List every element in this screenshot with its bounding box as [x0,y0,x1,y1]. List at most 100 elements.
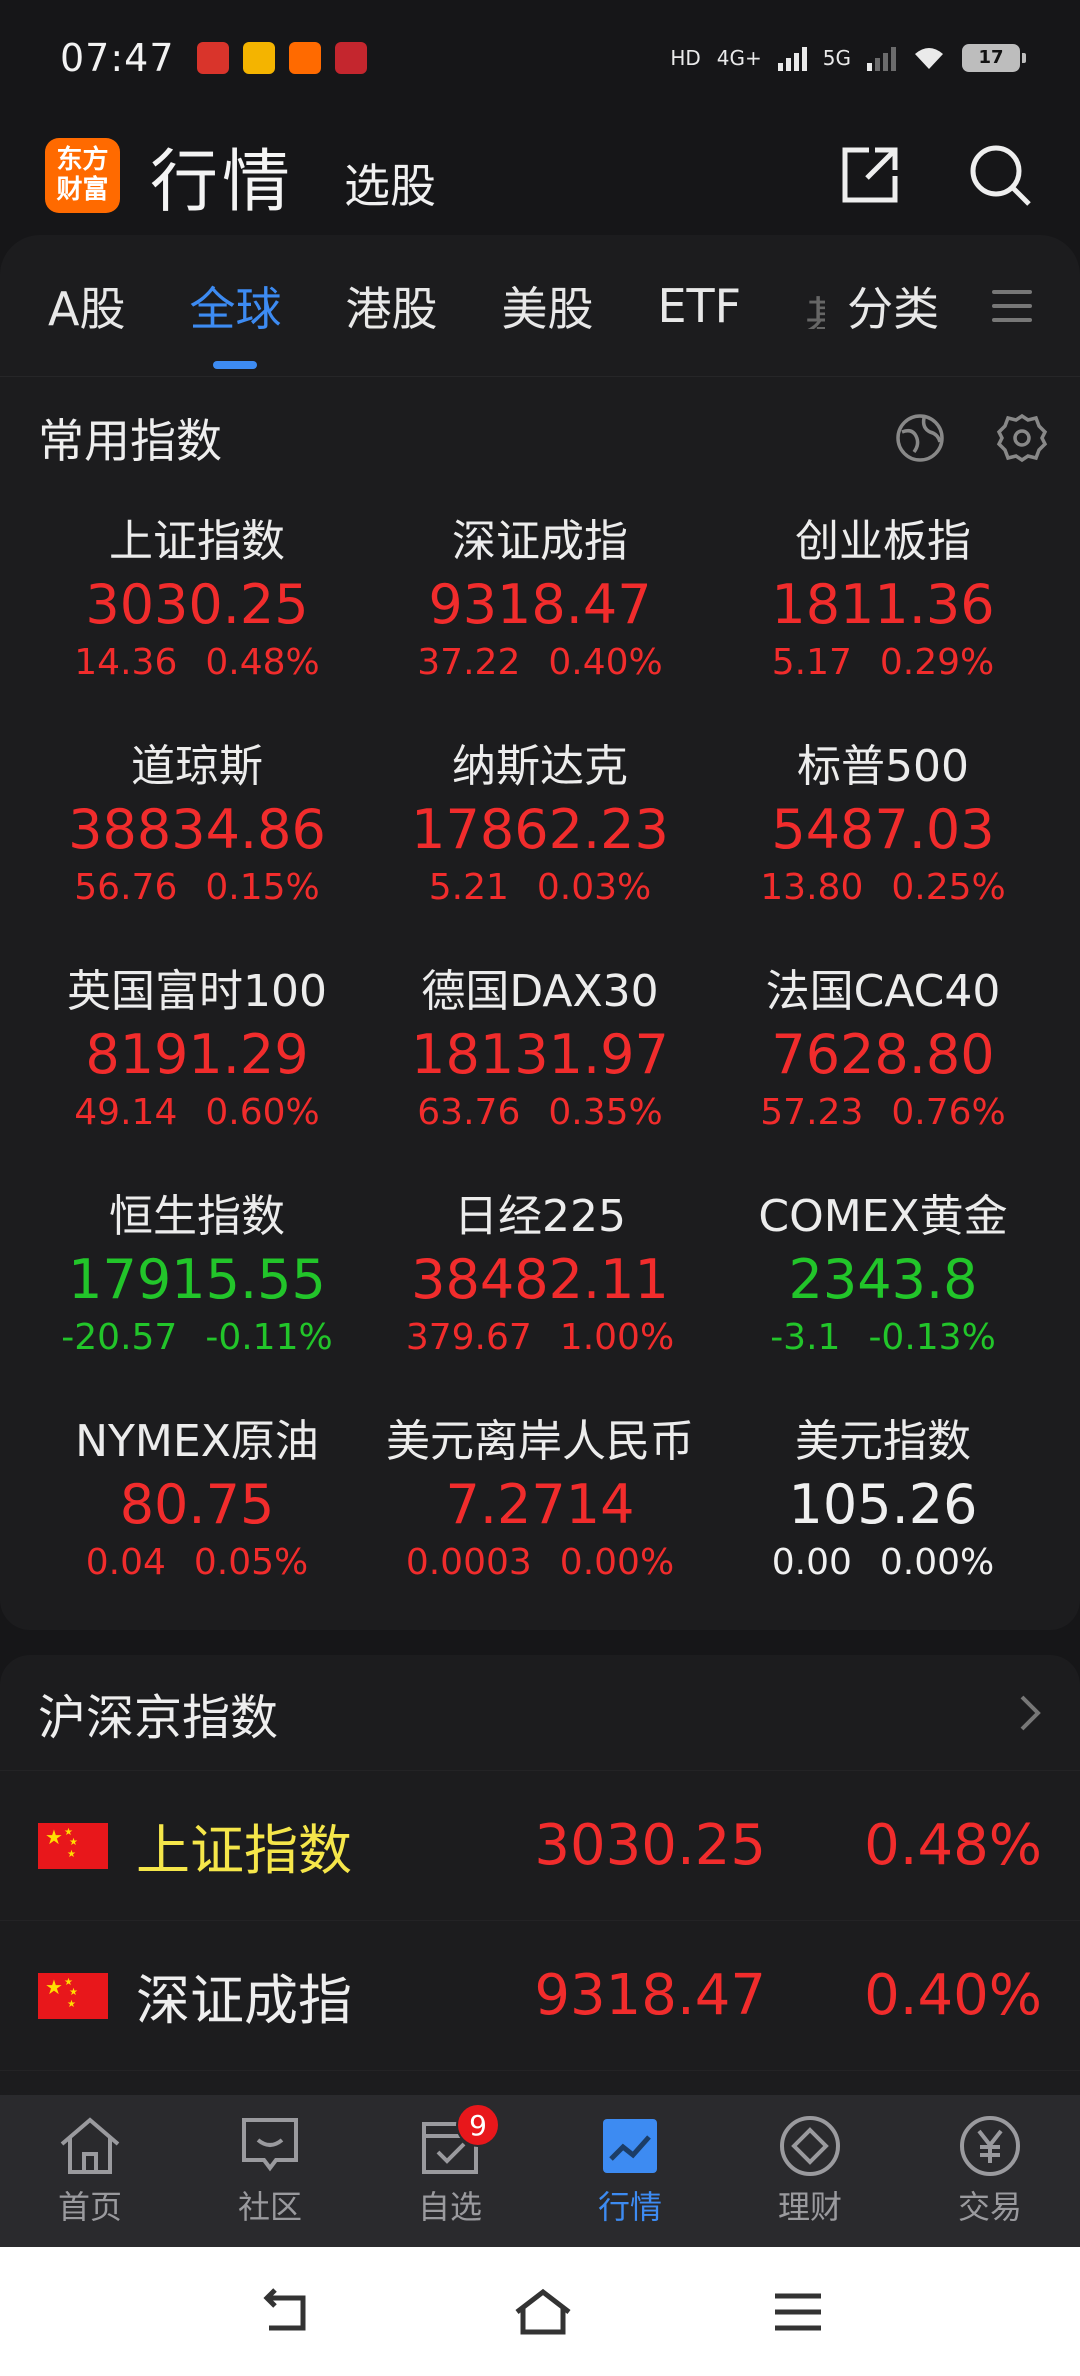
eastmoney-logo: 东方 财富 [45,137,120,213]
index-name: 道琼斯 [131,741,263,792]
index-change-percent: 0.40% [548,642,663,683]
index-change: 63.76 0.35% [370,1092,710,1133]
nav-label: 自选 [417,2188,482,2226]
nav-trade[interactable]: 交易 [900,2095,1080,2247]
settings-gear-icon[interactable] [996,412,1048,464]
index-card[interactable]: 日经225 38482.11 379.67 1.00% [370,1180,710,1358]
index-card[interactable]: 标普500 5487.03 13.80 0.25% [713,730,1053,908]
index-change-value: 49.14 [74,1092,178,1133]
index-name: 上证指数 [109,516,285,567]
index-change-percent: 0.03% [536,867,652,908]
index-name: 深证成指 [452,516,628,567]
index-change: 13.80 0.25% [713,867,1053,908]
tab-global[interactable]: 全球 [189,273,281,369]
home-nav-icon[interactable] [513,2288,573,2336]
tab-category[interactable]: 分类 [847,273,939,339]
feishu-notification-icon [288,41,321,74]
tab-us-stocks[interactable]: 美股 [501,273,593,339]
hsj-indices-title: 沪深京指数 [38,1689,279,1746]
index-card[interactable]: 英国富时100 8191.29 49.14 0.60% [27,955,367,1133]
index-card[interactable]: 深证成指 9318.47 37.22 0.40% [370,505,710,683]
index-name: 法国CAC40 [765,966,1001,1017]
index-change: 5.21 0.03% [370,867,710,908]
index-card[interactable]: 道琼斯 38834.86 56.76 0.15% [27,730,367,908]
index-name: 德国DAX30 [421,966,659,1017]
index-change-value: 5.21 [428,867,509,908]
index-card[interactable]: COMEX黄金 2343.8 -3.1 -0.13% [713,1180,1053,1358]
index-change-value: 0.04 [85,1542,166,1583]
index-change-value: 37.22 [417,642,521,683]
search-button[interactable] [965,140,1035,210]
index-card[interactable]: 德国DAX30 18131.97 63.76 0.35% [370,955,710,1133]
nav-watchlist[interactable]: 自选 9 [360,2095,540,2247]
nav-wealth[interactable]: 理财 [720,2095,900,2247]
nav-market[interactable]: 行情 [540,2095,720,2247]
common-indices-header: 常用指数 [38,403,1048,473]
index-percent: 0.40% [864,1963,1042,2028]
notification-icons [196,41,367,74]
tab-etf[interactable]: ETF [657,279,741,333]
index-name: 美元指数 [795,1416,971,1467]
index-change-value: 0.0003 [405,1542,532,1583]
share-icon [842,147,898,203]
index-card[interactable]: 美元离岸人民币 7.2714 0.0003 0.00% [370,1405,710,1583]
page-title: 行情 [150,142,295,222]
tab-fund-partial[interactable]: 基 [805,283,825,329]
index-name: 上证指数 [136,1819,352,1882]
index-change: 379.67 1.00% [370,1317,710,1358]
index-card[interactable]: 美元指数 105.26 0.00 0.00% [713,1405,1053,1583]
nav-label: 社区 [237,2188,302,2226]
index-card[interactable]: NYMEX原油 80.75 0.04 0.05% [27,1405,367,1583]
stock-picker-link[interactable]: 选股 [344,150,436,216]
index-change-percent: -0.13% [868,1317,996,1358]
nav-community[interactable]: 社区 [180,2095,360,2247]
index-change-value: 13.80 [760,867,864,908]
watchlist-badge: 9 [456,2103,500,2147]
china-flag-icon: ★ ★ ★ ★ [38,1972,108,2019]
index-row-sse[interactable]: ★ ★ ★ ★ 上证指数 3030.25 0.48% [0,1771,1080,1921]
share-button[interactable] [835,140,905,210]
index-name: NYMEX原油 [75,1416,319,1467]
index-card[interactable]: 恒生指数 17915.55 -20.57 -0.11% [27,1180,367,1358]
logo-text-line1: 东方 [56,145,109,175]
index-card[interactable]: 法国CAC40 7628.80 57.23 0.76% [713,955,1053,1133]
index-change-percent: 0.29% [879,642,995,683]
index-name: COMEX黄金 [758,1191,1008,1242]
tab-hk-stocks[interactable]: 港股 [345,273,437,339]
china-flag-icon: ★ ★ ★ ★ [38,1822,108,1869]
index-name: 纳斯达克 [452,741,628,792]
index-name: 英国富时100 [67,966,327,1017]
index-card[interactable]: 创业板指 1811.36 5.17 0.29% [713,505,1053,683]
5g-label: 5G [822,45,851,70]
index-change-value: -20.57 [61,1317,178,1358]
index-change-value: 379.67 [405,1317,532,1358]
nav-home[interactable]: 首页 [0,2095,180,2247]
index-change-percent: 0.00% [879,1542,995,1583]
nav-label: 交易 [957,2188,1022,2226]
market-tabs: A股 全球 港股 美股 ETF 基 分类 [0,235,1080,377]
index-price: 18131.97 [411,1023,669,1086]
back-icon[interactable] [257,2287,313,2336]
index-name: 创业板指 [795,516,971,567]
hsj-indices-panel: 沪深京指数 ★ ★ ★ ★ 上证指数 3030.25 0.48% ★ ★ ★ ★ 深证成指 … [0,1655,1080,2095]
index-change-percent: 0.60% [205,1092,320,1133]
index-change: 0.0003 0.00% [370,1542,710,1583]
home-icon [60,2117,120,2174]
battery-icon: 17 [962,43,1026,72]
index-price: 7.2714 [445,1473,635,1536]
globe-icon[interactable] [894,412,946,464]
hsj-indices-header[interactable]: 沪深京指数 [0,1655,1080,1771]
index-row-szse[interactable]: ★ ★ ★ ★ 深证成指 9318.47 0.40% [0,1921,1080,2071]
index-price: 2343.8 [788,1248,978,1311]
index-card[interactable]: 上证指数 3030.25 14.36 0.48% [27,505,367,683]
index-change: 0.04 0.05% [27,1542,367,1583]
community-icon [242,2118,298,2172]
index-name: 日经225 [454,1191,626,1242]
app-header: 东方 财富 行情 选股 [0,115,1080,235]
recents-menu-icon[interactable] [773,2290,823,2334]
tab-a-shares[interactable]: A股 [48,273,125,339]
index-change: 37.22 0.40% [370,642,710,683]
index-card[interactable]: 纳斯达克 17862.23 5.21 0.03% [370,730,710,908]
index-name: 标普500 [797,741,969,792]
tab-menu-icon[interactable] [992,289,1032,322]
